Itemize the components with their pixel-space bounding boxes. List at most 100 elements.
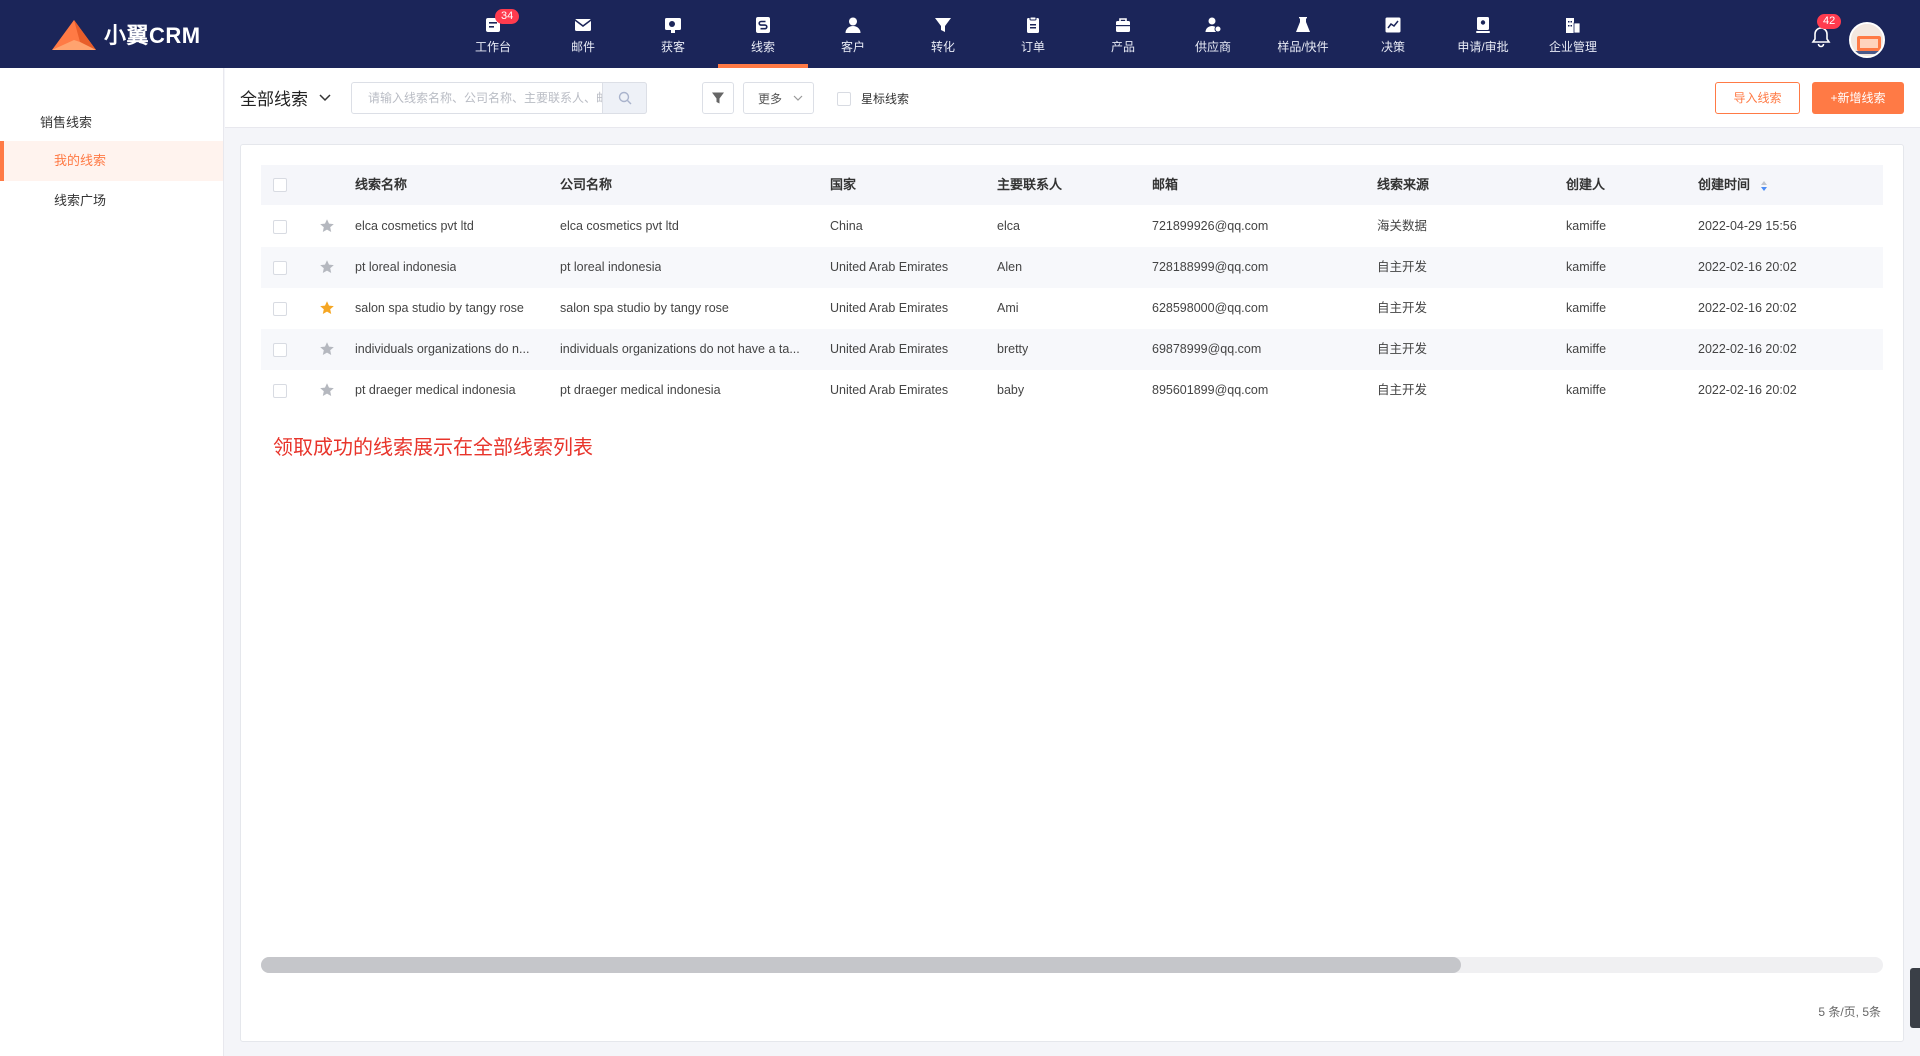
cell-company: elca cosmetics pvt ltd	[560, 219, 679, 233]
sample-icon	[1293, 15, 1313, 35]
supplier-icon	[1203, 15, 1223, 35]
nav-label: 获客	[660, 40, 685, 54]
nav-item-mail[interactable]: 邮件	[538, 0, 628, 68]
cell-lead-name[interactable]: individuals organizations do n...	[355, 329, 529, 370]
table-row[interactable]: elca cosmetics pvt ltd elca cosmetics pvt…	[261, 206, 1883, 247]
acquire-icon	[663, 15, 683, 35]
add-lead-button[interactable]: +新增线索	[1812, 82, 1904, 114]
column-header-creator[interactable]: 创建人	[1566, 165, 1605, 205]
sidebar: 销售线索 我的线索 线索广场	[0, 68, 224, 1056]
cell-created-time: 2022-02-16 20:02	[1698, 342, 1797, 356]
column-header-company[interactable]: 公司名称	[560, 165, 612, 205]
nav-item-customer[interactable]: 客户	[808, 0, 898, 68]
cell-created-time: 2022-02-16 20:02	[1698, 301, 1797, 315]
import-leads-button[interactable]: 导入线索	[1715, 82, 1800, 114]
nav-item-leads[interactable]: 线索	[718, 0, 808, 68]
cell-email: 69878999@qq.com	[1152, 342, 1262, 356]
nav-item-sample[interactable]: 样品/快件	[1258, 0, 1348, 68]
annotation-text: 领取成功的线索展示在全部线索列表	[273, 437, 593, 459]
nav-item-product[interactable]: 产品	[1078, 0, 1168, 68]
nav-label: 企业管理	[1548, 40, 1597, 54]
row-checkbox[interactable]	[273, 384, 287, 398]
column-header-email[interactable]: 邮箱	[1152, 165, 1178, 205]
chevron-down-icon	[319, 93, 331, 101]
sidebar-item-my-leads[interactable]: 我的线索	[0, 141, 223, 181]
star-icon[interactable]	[319, 300, 335, 316]
cell-lead-name[interactable]: pt draeger medical indonesia	[355, 370, 516, 411]
filter-icon	[712, 92, 724, 104]
cell-creator: kamiffe	[1566, 342, 1607, 356]
chevron-down-icon	[793, 95, 803, 101]
scrollbar-thumb[interactable]	[261, 957, 1462, 973]
table-row[interactable]: individuals organizations do n... individ…	[261, 329, 1883, 370]
side-drawer-handle[interactable]	[1910, 968, 1920, 1028]
more-label: 更多	[758, 91, 783, 106]
cell-country: United Arab Emirates	[830, 383, 949, 397]
cell-source: 自主开发	[1377, 383, 1428, 397]
cell-country: China	[830, 219, 863, 233]
nav-item-acquire[interactable]: 获客	[628, 0, 718, 68]
nav-label: 邮件	[570, 40, 595, 54]
user-avatar[interactable]	[1849, 22, 1885, 58]
scope-dropdown[interactable]: 全部线索	[240, 85, 332, 110]
table-row[interactable]: pt draeger medical indonesia pt draeger m…	[261, 370, 1883, 411]
cell-email: 628598000@qq.com	[1152, 301, 1269, 315]
sidebar-item-lead-plaza[interactable]: 线索广场	[0, 181, 223, 221]
mail-icon	[573, 15, 593, 35]
bell-icon[interactable]	[1810, 26, 1832, 48]
workbench-badge: 34	[495, 9, 520, 24]
search-button[interactable]	[602, 82, 647, 114]
created-time-label: 创建时间	[1698, 177, 1751, 192]
sort-icon[interactable]	[1760, 180, 1768, 192]
checkbox-icon[interactable]	[837, 91, 851, 106]
star-icon[interactable]	[319, 259, 335, 275]
nav-label: 客户	[840, 40, 865, 54]
cell-email: 895601899@qq.com	[1152, 383, 1269, 397]
nav-item-company[interactable]: 企业管理	[1528, 0, 1618, 68]
cell-contact: baby	[997, 383, 1025, 397]
table-row[interactable]: salon spa studio by tangy rose salon spa …	[261, 288, 1883, 329]
nav-item-order[interactable]: 订单	[988, 0, 1078, 68]
cell-contact: elca	[997, 219, 1020, 233]
leads-table-panel: 线索名称 公司名称 国家 主要联系人 邮箱 线索来源 创建人 创建时间 elca…	[240, 144, 1904, 1042]
avatar-image	[1851, 24, 1883, 56]
row-checkbox[interactable]	[273, 220, 287, 234]
star-icon[interactable]	[319, 218, 335, 234]
cell-creator: kamiffe	[1566, 219, 1607, 233]
table-row[interactable]: pt loreal indonesia pt loreal indonesia Un…	[261, 247, 1883, 288]
horizontal-scrollbar[interactable]	[261, 957, 1883, 973]
nav-item-conversion[interactable]: 转化	[898, 0, 988, 68]
column-header-created-time[interactable]: 创建时间	[1698, 165, 1768, 205]
more-dropdown[interactable]: 更多	[743, 82, 814, 114]
scope-label: 全部线索	[240, 90, 308, 109]
column-header-source[interactable]: 线索来源	[1377, 165, 1429, 205]
nav-label: 产品	[1110, 40, 1135, 54]
row-checkbox[interactable]	[273, 343, 287, 357]
cell-company: individuals organizations do not have a …	[560, 342, 800, 356]
nav-item-decision[interactable]: 决策	[1348, 0, 1438, 68]
top-navigation-bar: 小翼CRM 34 工作台 邮件 获客 线索 客户 转化 订单 产品 供应商 样品…	[0, 0, 1920, 68]
row-checkbox[interactable]	[273, 302, 287, 316]
nav-item-approval[interactable]: 申请/审批	[1438, 0, 1528, 68]
star-filter-checkbox[interactable]: 星标线索	[837, 90, 909, 107]
cell-lead-name[interactable]: pt loreal indonesia	[355, 247, 456, 288]
cell-country: United Arab Emirates	[830, 260, 949, 274]
approval-icon	[1473, 15, 1493, 35]
nav-item-workbench[interactable]: 34 工作台	[448, 0, 538, 68]
nav-item-supplier[interactable]: 供应商	[1168, 0, 1258, 68]
product-icon	[1113, 15, 1133, 35]
star-icon[interactable]	[319, 341, 335, 357]
select-all-checkbox[interactable]	[273, 178, 287, 192]
nav-label: 供应商	[1194, 40, 1231, 54]
star-icon[interactable]	[319, 382, 335, 398]
cell-lead-name[interactable]: elca cosmetics pvt ltd	[355, 206, 474, 247]
column-header-lead-name[interactable]: 线索名称	[355, 165, 407, 205]
cell-lead-name[interactable]: salon spa studio by tangy rose	[355, 288, 524, 329]
main-nav: 34 工作台 邮件 获客 线索 客户 转化 订单 产品 供应商 样品/快件 决策…	[448, 0, 1618, 68]
column-header-contact[interactable]: 主要联系人	[997, 165, 1062, 205]
cell-contact: bretty	[997, 342, 1029, 356]
brand-logo[interactable]: 小翼CRM	[50, 16, 201, 52]
row-checkbox[interactable]	[273, 261, 287, 275]
column-header-country[interactable]: 国家	[830, 165, 856, 205]
filter-button[interactable]	[702, 82, 734, 114]
